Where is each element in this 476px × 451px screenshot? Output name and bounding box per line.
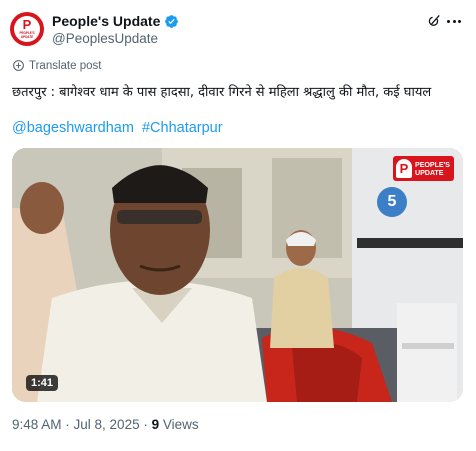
author-name-row[interactable]: People's Update bbox=[52, 13, 179, 29]
hashtag-link[interactable]: #Chhatarpur bbox=[142, 120, 223, 136]
video-frame bbox=[12, 148, 463, 402]
more-icon-dot bbox=[447, 20, 450, 23]
tweet-time[interactable]: 9:48 AM bbox=[12, 417, 62, 432]
video-player[interactable]: 5 P PEOPLE'S UPDATE 1:41 bbox=[12, 148, 463, 402]
tweet-hashtags: @bageshwardham #Chhatarpur bbox=[12, 120, 227, 136]
avatar-logo-line2: UPDATE bbox=[20, 35, 34, 39]
hashtag-link[interactable]: @bageshwardham bbox=[12, 120, 134, 136]
avatar-logo-letter: P bbox=[22, 17, 32, 32]
tweet-date[interactable]: Jul 8, 2025 bbox=[74, 417, 140, 432]
video-watermark-logo: P PEOPLE'S UPDATE bbox=[393, 156, 454, 181]
grok-icon[interactable] bbox=[427, 14, 441, 28]
author-display-name[interactable]: People's Update bbox=[52, 13, 160, 29]
room-number-sign: 5 bbox=[377, 187, 407, 217]
translate-icon bbox=[13, 60, 24, 71]
tweet-meta: 9:48 AM · Jul 8, 2025 · 9 Views bbox=[12, 417, 199, 432]
meta-separator: · bbox=[61, 417, 74, 432]
avatar-logo: P PEOPLE'S UPDATE bbox=[14, 16, 40, 42]
author-handle[interactable]: @PeoplesUpdate bbox=[52, 31, 158, 46]
watermark-logo-letter: P bbox=[396, 159, 412, 178]
watermark-logo-text: PEOPLE'S UPDATE bbox=[415, 160, 450, 177]
video-duration-badge: 1:41 bbox=[26, 375, 59, 391]
more-icon[interactable] bbox=[447, 20, 461, 23]
views-count: 9 bbox=[151, 417, 160, 432]
verified-badge-icon bbox=[165, 14, 179, 28]
more-icon-dot bbox=[452, 20, 456, 23]
more-icon-dot bbox=[458, 20, 461, 23]
avatar[interactable]: P PEOPLE'S UPDATE bbox=[10, 12, 44, 46]
watermark-line2: UPDATE bbox=[415, 167, 444, 177]
translate-post-link[interactable]: Translate post bbox=[12, 59, 101, 72]
translate-label: Translate post bbox=[29, 59, 102, 72]
tweet-text: छतरपुर : बागेश्वर धाम के पास हादसा, दीवा… bbox=[12, 85, 432, 100]
meta-separator: · bbox=[139, 417, 152, 432]
views-label: Views bbox=[159, 417, 199, 432]
